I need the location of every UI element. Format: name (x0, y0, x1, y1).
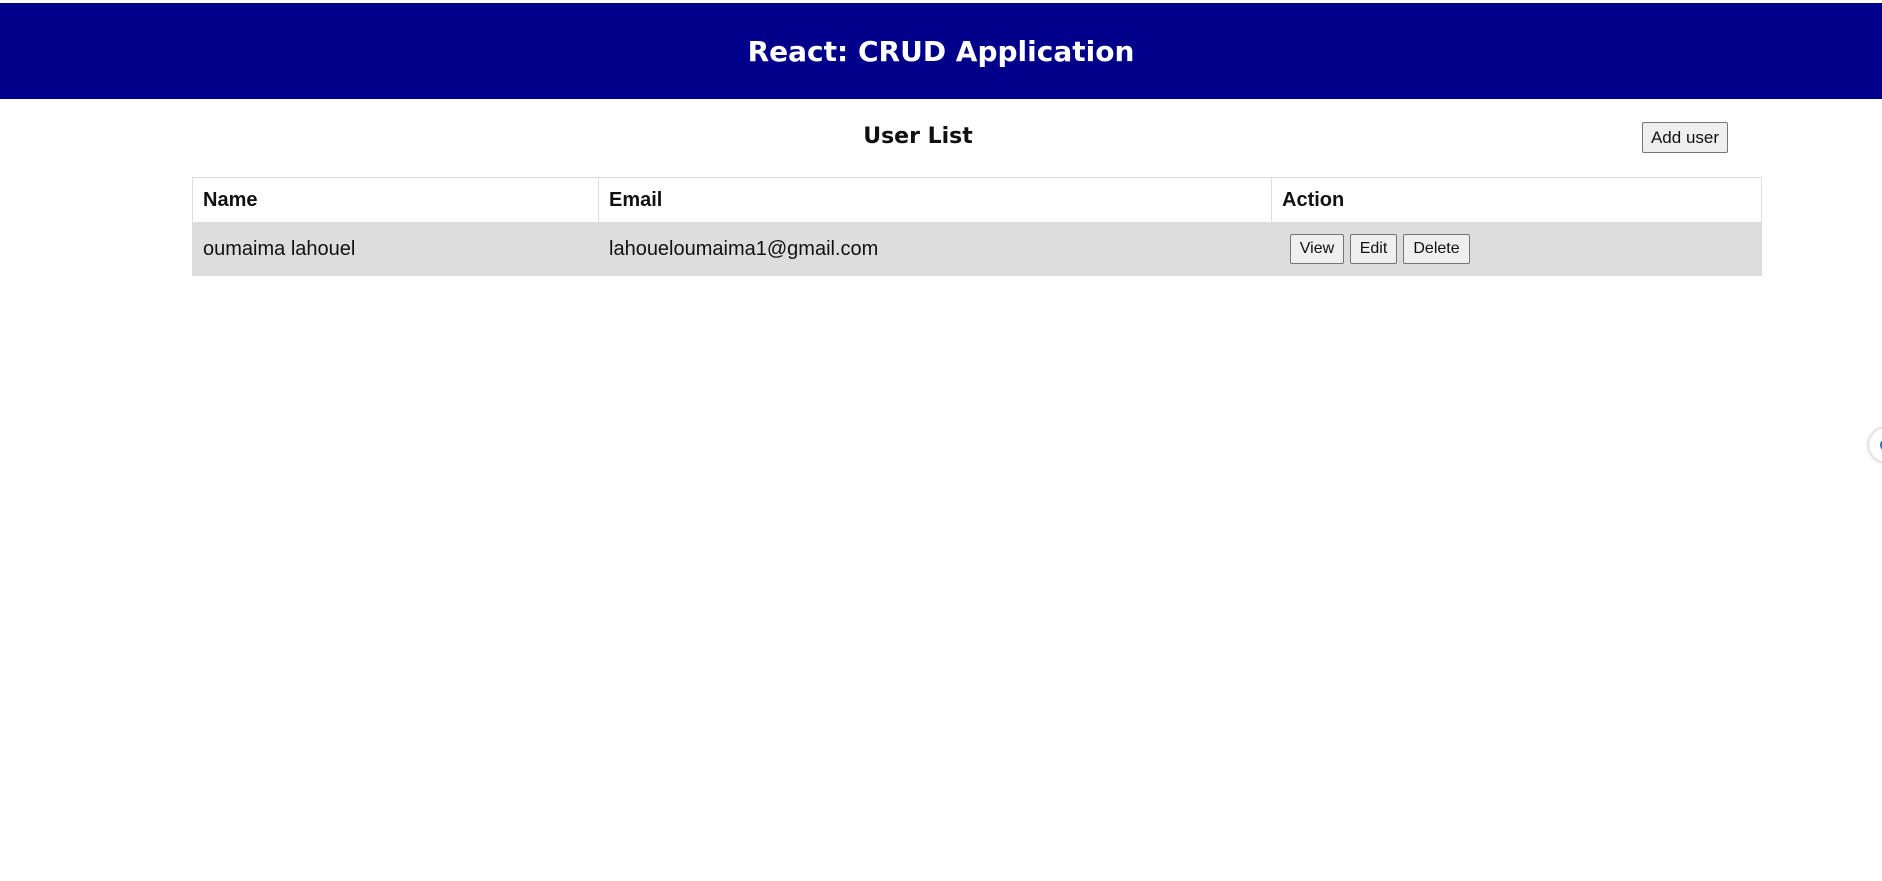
delete-button[interactable]: Delete (1403, 234, 1470, 264)
cell-user-name: oumaima lahouel (192, 222, 599, 276)
column-header-action: Action (1271, 177, 1762, 223)
add-user-button[interactable]: Add user (1642, 122, 1728, 153)
table-header-row: Name Email Action (192, 177, 1762, 223)
circle-handle-icon[interactable] (1869, 428, 1882, 462)
cell-actions: View Edit Delete (1271, 222, 1762, 276)
app-title: React: CRUD Application (747, 34, 1135, 68)
app-header: React: CRUD Application (0, 3, 1882, 99)
row-actions: View Edit Delete (1282, 234, 1761, 264)
user-list-toolbar: User List Add user (192, 120, 1728, 158)
user-list-title-text: User List (863, 124, 973, 149)
table-row: oumaima lahouel lahoueloumaima1@gmail.co… (192, 222, 1762, 276)
view-button[interactable]: View (1290, 234, 1344, 264)
cell-user-email: lahoueloumaima1@gmail.com (598, 222, 1272, 276)
column-header-name: Name (192, 177, 599, 223)
user-table: Name Email Action oumaima lahouel lahoue… (192, 177, 1762, 276)
page: React: CRUD Application User List Add us… (0, 0, 1882, 881)
edit-button[interactable]: Edit (1350, 234, 1397, 264)
column-header-email: Email (598, 177, 1272, 223)
user-list-title: User List (192, 124, 1728, 149)
